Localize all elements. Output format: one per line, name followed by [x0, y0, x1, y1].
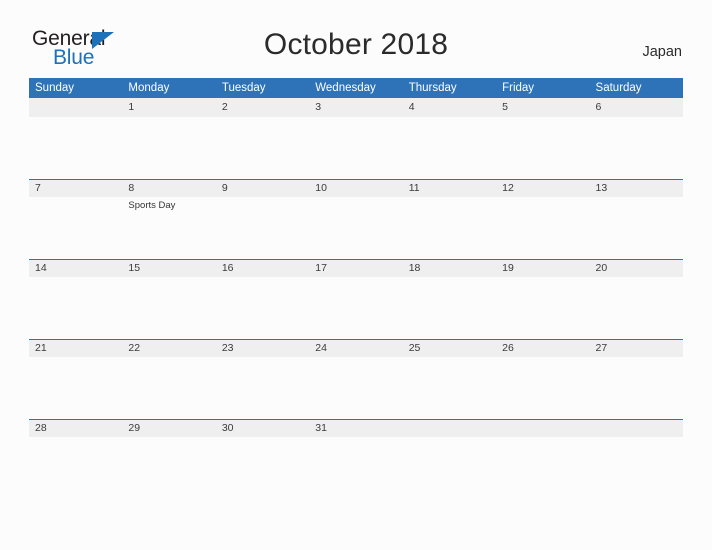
day-events-cell [216, 357, 309, 419]
weekday-header-cell: Wednesday [315, 82, 376, 94]
day-events-cell [403, 357, 496, 419]
page-title: October 2018 [263, 28, 449, 61]
day-events-cell [496, 117, 589, 179]
day-number[interactable]: 19 [496, 260, 589, 277]
day-number[interactable]: 9 [216, 180, 309, 197]
event-band [29, 276, 683, 339]
day-number[interactable]: 23 [216, 340, 309, 357]
weekday-header-cell: Tuesday [221, 82, 266, 94]
day-events-cell [122, 117, 215, 179]
day-number[interactable]: 15 [122, 260, 215, 277]
day-events-cell [216, 117, 309, 179]
weekday-header-cell: Saturday [595, 82, 642, 94]
date-number-band: 21 22 23 24 25 26 27 [29, 338, 683, 357]
event-band [29, 356, 683, 419]
day-events-cell [309, 357, 402, 419]
day-number[interactable]: 27 [590, 340, 683, 357]
day-events-cell [309, 437, 402, 499]
day-number[interactable]: 31 [309, 420, 402, 437]
week-row: 21 22 23 24 25 26 27 [29, 338, 683, 419]
region-label: Japan [642, 44, 682, 60]
day-events-cell [403, 437, 496, 499]
day-events-cell [309, 197, 402, 259]
day-events-cell [590, 437, 683, 499]
day-number [496, 420, 589, 437]
day-number[interactable]: 29 [122, 420, 215, 437]
day-events-cell [29, 197, 122, 259]
day-number[interactable]: 3 [309, 98, 402, 117]
day-events-cell [403, 117, 496, 179]
day-number[interactable]: 13 [590, 180, 683, 197]
day-events-cell [29, 437, 122, 499]
day-events-cell [590, 197, 683, 259]
weekday-header-cell: Sunday [35, 82, 75, 94]
day-number[interactable]: 24 [309, 340, 402, 357]
day-number[interactable]: 4 [403, 98, 496, 117]
day-number[interactable]: 30 [216, 420, 309, 437]
week-row: 14 15 16 17 18 19 20 [29, 258, 683, 339]
day-number[interactable]: 14 [29, 260, 122, 277]
day-number[interactable]: 17 [309, 260, 402, 277]
day-events-cell [496, 357, 589, 419]
day-events-cell [590, 117, 683, 179]
day-events-cell [216, 197, 309, 259]
day-number[interactable]: 20 [590, 260, 683, 277]
day-events-cell [403, 197, 496, 259]
day-number[interactable]: 7 [29, 180, 122, 197]
day-events-cell [590, 357, 683, 419]
weekday-header-row: Sunday Monday Tuesday Wednesday Thursday Frid… [29, 78, 683, 98]
day-number [29, 98, 122, 117]
day-number [590, 420, 683, 437]
day-number [403, 420, 496, 437]
weeks-container: 1 2 3 4 5 6 7 8 9 10 11 12 13 Sports Day 14 15 16 17 18 19 2… [29, 98, 683, 499]
event-label: Sports Day [128, 199, 176, 211]
day-number[interactable]: 1 [122, 98, 215, 117]
day-events-cell [496, 197, 589, 259]
day-number[interactable]: 10 [309, 180, 402, 197]
day-number[interactable]: 25 [403, 340, 496, 357]
day-number[interactable]: 21 [29, 340, 122, 357]
day-number[interactable]: 22 [122, 340, 215, 357]
date-number-band: 7 8 9 10 11 12 13 [29, 178, 683, 197]
day-events-cell [403, 277, 496, 339]
day-events-cell [309, 277, 402, 339]
day-number[interactable]: 11 [403, 180, 496, 197]
day-number[interactable]: 28 [29, 420, 122, 437]
day-events-cell [496, 437, 589, 499]
day-events-cell [590, 277, 683, 339]
day-events-cell [29, 277, 122, 339]
day-events-cell [216, 277, 309, 339]
page-header: General Blue October 2018 Japan [0, 0, 712, 68]
day-number[interactable]: 26 [496, 340, 589, 357]
event-band: Sports Day [29, 196, 683, 259]
day-events-cell [309, 117, 402, 179]
date-number-band: 14 15 16 17 18 19 20 [29, 258, 683, 277]
calendar-table: Sunday Monday Tuesday Wednesday Thursday Frid… [29, 78, 683, 499]
day-events-cell [122, 437, 215, 499]
day-number[interactable]: 6 [590, 98, 683, 117]
day-number[interactable]: 18 [403, 260, 496, 277]
day-number[interactable]: 8 [122, 180, 215, 197]
day-events-cell [29, 117, 122, 179]
event-band [29, 436, 683, 499]
weekday-header-cell: Friday [502, 82, 535, 94]
day-number[interactable]: 5 [496, 98, 589, 117]
day-number[interactable]: 12 [496, 180, 589, 197]
day-events-cell [216, 437, 309, 499]
day-events-cell[interactable]: Sports Day [122, 197, 215, 259]
day-events-cell [122, 277, 215, 339]
week-row: 7 8 9 10 11 12 13 Sports Day [29, 178, 683, 259]
day-number[interactable]: 16 [216, 260, 309, 277]
day-number[interactable]: 2 [216, 98, 309, 117]
date-number-band: 28 29 30 31 [29, 418, 683, 437]
day-events-cell [122, 357, 215, 419]
event-band [29, 116, 683, 179]
day-events-cell [496, 277, 589, 339]
weekday-header-cell: Monday [128, 82, 170, 94]
weekday-header-cell: Thursday [408, 82, 457, 94]
week-row: 123456 [29, 98, 683, 179]
week-row: 28 29 30 31 [29, 418, 683, 499]
date-number-band: 123456 [29, 98, 683, 117]
day-events-cell [29, 357, 122, 419]
